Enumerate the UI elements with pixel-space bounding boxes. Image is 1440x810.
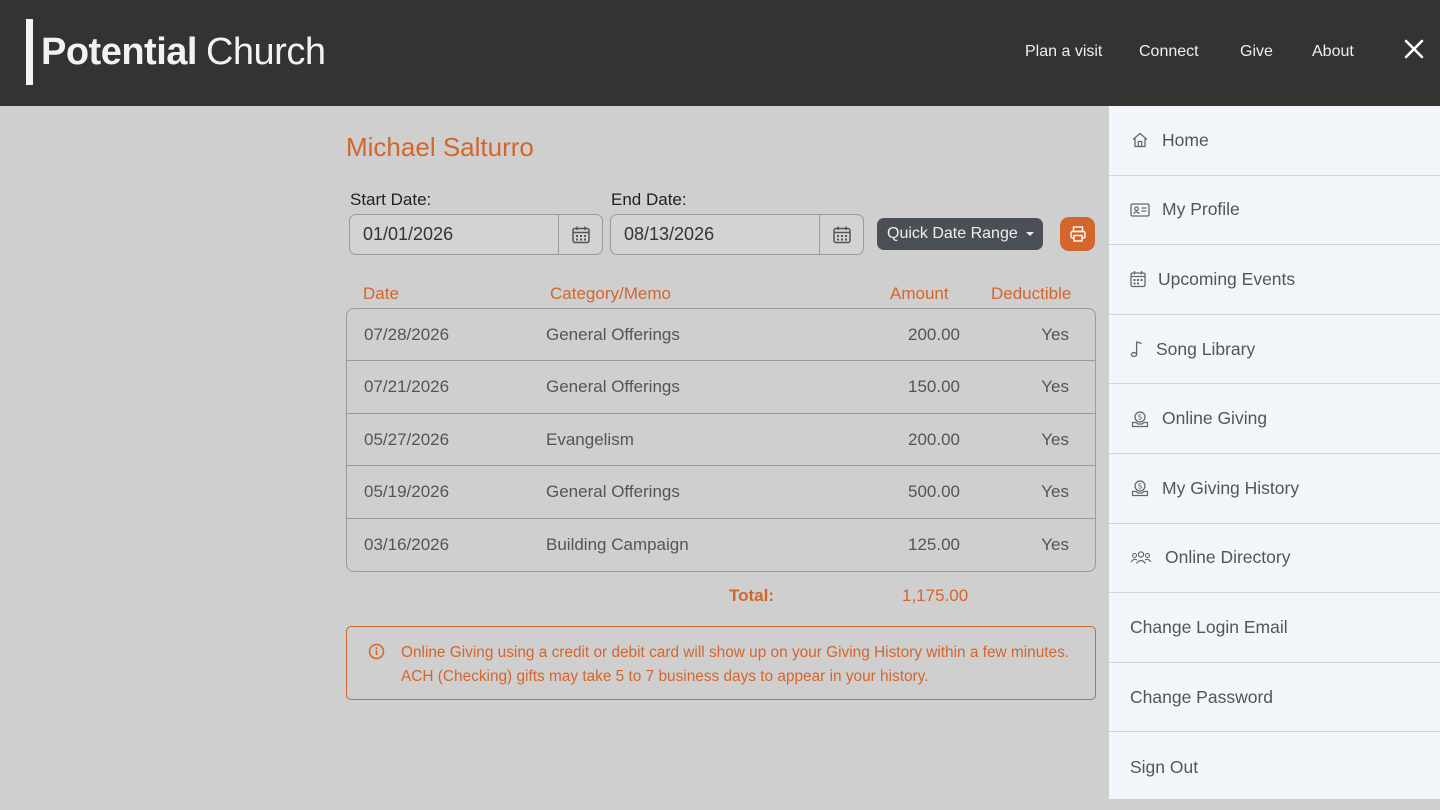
quick-date-range-button[interactable]: Quick Date Range — [877, 218, 1043, 250]
cell-category: Building Campaign — [546, 534, 689, 554]
home-icon — [1130, 130, 1150, 150]
cell-amount: 150.00 — [908, 377, 960, 397]
col-header-deductible[interactable]: Deductible — [991, 284, 1071, 304]
menu-item-change-login-email[interactable]: Change Login Email — [1109, 593, 1440, 663]
start-date-label: Start Date: — [350, 190, 432, 209]
cell-date: 07/28/2026 — [364, 325, 450, 344]
menu-item-sign-out[interactable]: Sign Out — [1109, 732, 1440, 802]
total-label: Total: — [729, 586, 775, 605]
table-row[interactable]: 07/28/2026 General Offerings 200.00 Yes — [347, 309, 1095, 362]
table-row[interactable]: 07/21/2026 General Offerings 150.00 Yes — [347, 361, 1095, 414]
menu-item-online-giving[interactable]: $ Online Giving — [1109, 384, 1440, 454]
cell-deductible: Yes — [1041, 429, 1069, 449]
menu-item-label: Change Login Email — [1130, 616, 1288, 637]
cell-deductible: Yes — [1041, 482, 1069, 502]
end-calendar-icon[interactable] — [819, 215, 863, 254]
id-card-icon — [1130, 200, 1150, 220]
cell-category: General Offerings — [546, 482, 680, 502]
site-header: Potential Church Plan a visit Connect Giv… — [0, 0, 1440, 106]
logo-bar — [26, 19, 33, 85]
menu-item-label: Upcoming Events — [1158, 268, 1296, 289]
logo-strong-text: Potential — [41, 31, 197, 73]
svg-text:$: $ — [1138, 412, 1143, 421]
cell-date: 03/16/2026 — [364, 534, 450, 554]
cell-amount: 200.00 — [908, 325, 960, 344]
print-button[interactable] — [1060, 217, 1095, 251]
col-header-amount[interactable]: Amount — [890, 284, 949, 304]
menu-item-home[interactable]: Home — [1109, 106, 1440, 176]
logo-text: Potential Church — [41, 31, 326, 73]
chevron-down-icon — [1026, 232, 1034, 236]
info-notice: Online Giving using a credit or debit ca… — [346, 626, 1096, 700]
nav-about[interactable]: About — [1312, 43, 1354, 61]
menu-item-label: Home — [1162, 129, 1209, 150]
cell-amount: 200.00 — [908, 429, 960, 449]
total-value: 1,175.00 — [902, 586, 969, 605]
menu-item-online-directory[interactable]: Online Directory — [1109, 524, 1440, 594]
start-date-field[interactable]: 01/01/2026 — [349, 214, 603, 255]
cell-amount: 125.00 — [908, 534, 960, 554]
quick-date-range-label: Quick Date Range — [887, 225, 1018, 242]
cell-deductible: Yes — [1041, 534, 1069, 554]
start-calendar-icon[interactable] — [558, 215, 602, 254]
nav-plan-a-visit[interactable]: Plan a visit — [1025, 43, 1102, 61]
nav-give[interactable]: Give — [1240, 43, 1273, 61]
start-date-value[interactable]: 01/01/2026 — [350, 215, 558, 254]
menu-item-my-giving-history[interactable]: $ My Giving History — [1109, 454, 1440, 524]
people-icon — [1130, 548, 1152, 568]
menu-item-label: Sign Out — [1130, 756, 1199, 777]
cell-date: 07/21/2026 — [364, 377, 450, 397]
printer-icon — [1069, 225, 1087, 243]
cell-amount: 500.00 — [908, 482, 960, 502]
cell-category: General Offerings — [546, 377, 680, 397]
menu-item-my-profile[interactable]: My Profile — [1109, 176, 1440, 246]
menu-item-upcoming-events[interactable]: Upcoming Events — [1109, 245, 1440, 315]
menu-item-label: Song Library — [1156, 338, 1256, 359]
cell-deductible: Yes — [1041, 377, 1069, 397]
svg-text:$: $ — [1138, 482, 1143, 491]
menu-item-label: Change Password — [1130, 686, 1273, 707]
menu-item-label: My Profile — [1162, 199, 1240, 220]
end-date-label: End Date: — [611, 190, 687, 209]
calendar-icon — [1130, 269, 1146, 289]
table-row[interactable]: 03/16/2026 Building Campaign 125.00 Yes — [347, 519, 1095, 571]
table-row[interactable]: 05/27/2026 Evangelism 200.00 Yes — [347, 414, 1095, 467]
cell-category: Evangelism — [546, 429, 634, 449]
end-date-field[interactable]: 08/13/2026 — [610, 214, 864, 255]
cell-deductible: Yes — [1041, 325, 1069, 344]
side-menu: Home My Profile Upcoming Events Song Lib… — [1109, 106, 1440, 799]
menu-item-label: My Giving History — [1162, 477, 1300, 498]
menu-item-song-library[interactable]: Song Library — [1109, 315, 1440, 385]
logo-light-text: Church — [205, 31, 326, 73]
info-icon — [368, 643, 385, 665]
end-date-value[interactable]: 08/13/2026 — [611, 215, 819, 254]
donation-icon: $ — [1130, 478, 1150, 498]
col-header-category[interactable]: Category/Memo — [550, 284, 671, 304]
donation-icon: $ — [1130, 409, 1150, 429]
table-row[interactable]: 05/19/2026 General Offerings 500.00 Yes — [347, 466, 1095, 519]
menu-item-label: Online Giving — [1162, 408, 1268, 429]
music-note-icon — [1130, 339, 1144, 359]
cell-date: 05/19/2026 — [364, 482, 450, 502]
menu-item-change-password[interactable]: Change Password — [1109, 663, 1440, 733]
giving-table: 07/28/2026 General Offerings 200.00 Yes … — [346, 308, 1096, 572]
col-header-date[interactable]: Date — [363, 284, 399, 304]
menu-item-label: Online Directory — [1165, 547, 1291, 568]
church-logo[interactable]: Potential Church — [26, 19, 326, 85]
notice-text: Online Giving using a credit or debit ca… — [401, 644, 1070, 685]
cell-date: 05/27/2026 — [364, 429, 450, 449]
cell-category: General Offerings — [546, 325, 680, 344]
nav-connect[interactable]: Connect — [1139, 43, 1199, 61]
page-title: Michael Salturro — [346, 132, 534, 162]
close-icon[interactable] — [1399, 36, 1429, 66]
